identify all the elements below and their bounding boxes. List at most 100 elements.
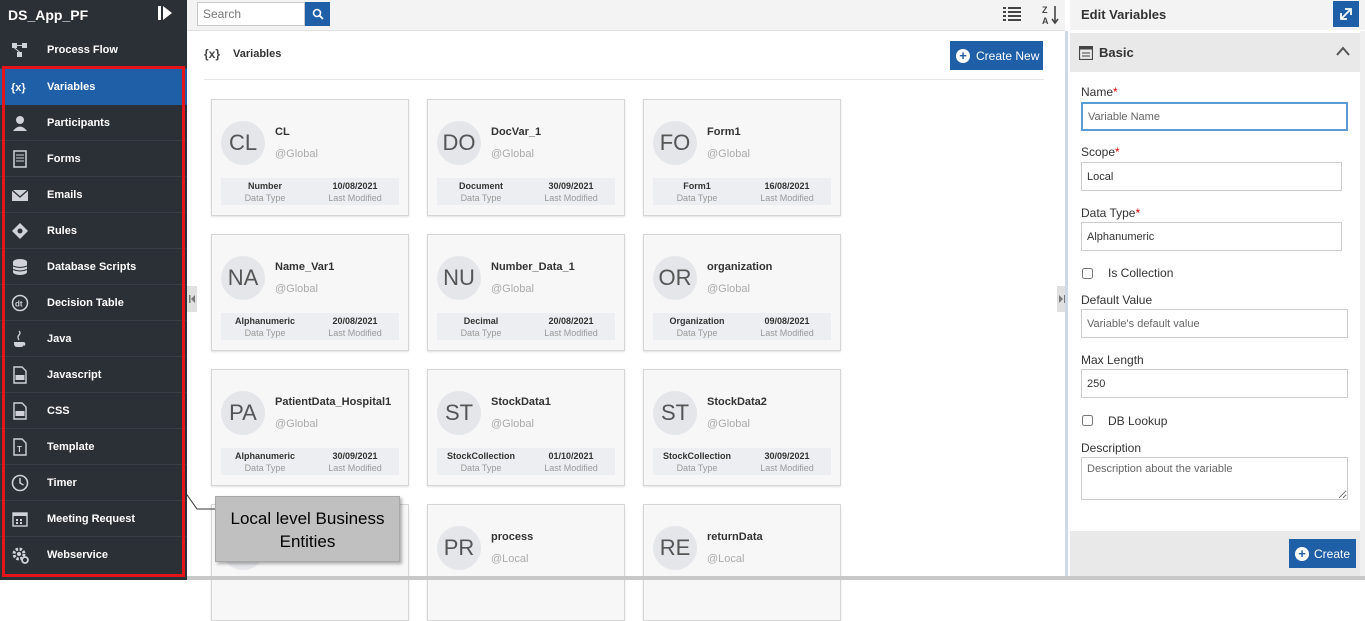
- data-type-field[interactable]: [1081, 222, 1342, 251]
- sidebar-item-meeting-request[interactable]: Meeting Request: [0, 501, 187, 537]
- variable-name: DocVar_1: [491, 126, 542, 138]
- name-field[interactable]: [1081, 102, 1348, 131]
- sidebar-item-javascript[interactable]: Javascript: [0, 357, 187, 393]
- variables-header: {x} Variables: [204, 47, 281, 61]
- edit-variables-panel: Edit Variables Basic Name* Scope* Data T…: [1070, 0, 1365, 576]
- db-lookup-label: DB Lookup: [1108, 414, 1168, 428]
- variable-card[interactable]: NU Number_Data_1 @Global Decimal 20/08/2…: [427, 234, 625, 351]
- variable-avatar: NA: [221, 256, 265, 300]
- sidebar: DS_App_PF Process Flow {x} Variables Par…: [0, 0, 187, 580]
- last-modified-value: 20/08/2021: [548, 316, 594, 326]
- data-type-value: Form1: [683, 181, 711, 191]
- last-modified-value: 30/09/2021: [548, 181, 594, 191]
- collapse-left-handle[interactable]: [187, 286, 197, 312]
- variable-card[interactable]: ST StockData1 @Global StockCollection 01…: [427, 369, 625, 486]
- search-button[interactable]: [305, 2, 330, 26]
- variable-scope: @Global: [275, 283, 318, 295]
- variable-card[interactable]: ST StockData2 @Global StockCollection 30…: [643, 369, 841, 486]
- svg-text:{x}: {x}: [11, 82, 26, 94]
- db-lookup-checkbox[interactable]: [1082, 415, 1093, 426]
- variable-avatar: NU: [437, 256, 481, 300]
- sidebar-item-rules[interactable]: Rules: [0, 213, 187, 249]
- svg-text:dt: dt: [15, 300, 23, 309]
- last-modified-caption: Last Modified: [328, 328, 382, 338]
- variable-card[interactable]: FO Form1 @Global Form1 16/08/2021 Data T…: [643, 99, 841, 216]
- variable-card[interactable]: NA Name_Var1 @Global Alphanumeric 20/08/…: [211, 234, 409, 351]
- last-modified-value: 30/09/2021: [332, 451, 378, 461]
- create-new-button[interactable]: + Create New: [950, 41, 1043, 70]
- process-flow-icon: [12, 43, 27, 57]
- data-type-value: StockCollection: [662, 451, 731, 461]
- sidebar-item-label: Forms: [47, 153, 81, 165]
- collapse-sidebar-icon[interactable]: [157, 5, 173, 21]
- sidebar-item-label: Variables: [47, 81, 96, 93]
- envelope-icon: [11, 189, 29, 201]
- variable-meta: Alphanumeric 20/08/2021 Data Type Last M…: [221, 313, 399, 340]
- chevron-up-icon: [1336, 46, 1350, 56]
- app-title: DS_App_PF: [8, 7, 89, 23]
- variable-name: Form1: [707, 126, 741, 138]
- last-modified-caption: Last Modified: [328, 193, 382, 203]
- variable-name: StockData1: [491, 396, 551, 408]
- search-input[interactable]: [197, 2, 305, 26]
- sidebar-item-label: Java: [47, 333, 72, 345]
- variable-scope: @Global: [275, 148, 318, 160]
- sidebar-item-participants[interactable]: Participants: [0, 105, 187, 141]
- panel-scrollbar[interactable]: [1360, 31, 1365, 576]
- sidebar-item-css[interactable]: CSS: [0, 393, 187, 429]
- sidebar-item-emails[interactable]: Emails: [0, 177, 187, 213]
- variable-scope: @Global: [491, 283, 534, 295]
- variable-card[interactable]: CL CL @Global Number 10/08/2021 Data Typ…: [211, 99, 409, 216]
- sidebar-item-forms[interactable]: Forms: [0, 141, 187, 177]
- variable-scope: @Global: [491, 418, 534, 430]
- sidebar-item-label: Javascript: [47, 369, 102, 381]
- variable-card[interactable]: PA PatientData_Hospital1 @Global Alphanu…: [211, 369, 409, 486]
- sort-za-icon[interactable]: Z A: [1042, 4, 1060, 26]
- scope-field[interactable]: [1081, 162, 1342, 191]
- sidebar-item-template[interactable]: T Template: [0, 429, 187, 465]
- sidebar-item-variables[interactable]: {x} Variables: [0, 69, 187, 105]
- sidebar-item-webservice[interactable]: Webservice: [0, 537, 187, 573]
- variable-card[interactable]: DO DocVar_1 @Global Document 30/09/2021 …: [427, 99, 625, 216]
- description-field[interactable]: [1081, 457, 1348, 500]
- variable-card[interactable]: RE returnData @Local: [643, 504, 841, 621]
- default-value-field[interactable]: [1081, 309, 1348, 338]
- variable-name: PatientData_Hospital1: [275, 396, 392, 408]
- variables-icon: {x}: [204, 47, 221, 61]
- variable-meta: Organization 09/08/2021 Data Type Last M…: [653, 313, 831, 340]
- variable-avatar: DO: [437, 121, 481, 165]
- sidebar-item-label: Database Scripts: [47, 261, 137, 273]
- sidebar-item-decision-table[interactable]: dt Decision Table: [0, 285, 187, 321]
- basic-section-header[interactable]: Basic: [1070, 33, 1362, 72]
- sidebar-item-label: Process Flow: [47, 44, 118, 56]
- variable-card[interactable]: PR process @Local: [427, 504, 625, 621]
- max-length-field[interactable]: [1081, 369, 1348, 398]
- clock-icon: [11, 474, 29, 492]
- form-icon: [1079, 46, 1093, 60]
- expand-button[interactable]: [1333, 1, 1359, 27]
- variable-avatar: PA: [221, 391, 265, 435]
- sidebar-item-timer[interactable]: Timer: [0, 465, 187, 501]
- data-type-caption: Data Type: [460, 463, 502, 473]
- last-modified-caption: Last Modified: [544, 193, 598, 203]
- create-button[interactable]: + Create: [1289, 539, 1356, 568]
- variable-card[interactable]: OR organization @Global Organization 09/…: [643, 234, 841, 351]
- css-icon: [13, 402, 27, 420]
- horizontal-scrollbar[interactable]: [187, 576, 1365, 580]
- is-collection-checkbox[interactable]: [1082, 268, 1093, 279]
- sidebar-item-database-scripts[interactable]: Database Scripts: [0, 249, 187, 285]
- sidebar-item-process-flow[interactable]: Process Flow: [0, 32, 187, 68]
- last-modified-caption: Last Modified: [328, 463, 382, 473]
- decision-table-icon: dt: [11, 294, 29, 312]
- last-modified-value: 20/08/2021: [332, 316, 378, 326]
- variable-meta: StockCollection 30/09/2021 Data Type Las…: [653, 448, 831, 475]
- last-modified-caption: Last Modified: [760, 193, 814, 203]
- data-type-caption: Data Type: [676, 328, 718, 338]
- sidebar-item-java[interactable]: Java: [0, 321, 187, 357]
- variable-avatar: OR: [653, 256, 697, 300]
- template-icon: T: [13, 438, 27, 456]
- last-modified-caption: Last Modified: [760, 328, 814, 338]
- sidebar-item-label: Decision Table: [47, 297, 124, 309]
- list-view-icon[interactable]: [1003, 6, 1021, 22]
- main-content: {x} Variables + Create New CL CL @Global…: [187, 31, 1065, 621]
